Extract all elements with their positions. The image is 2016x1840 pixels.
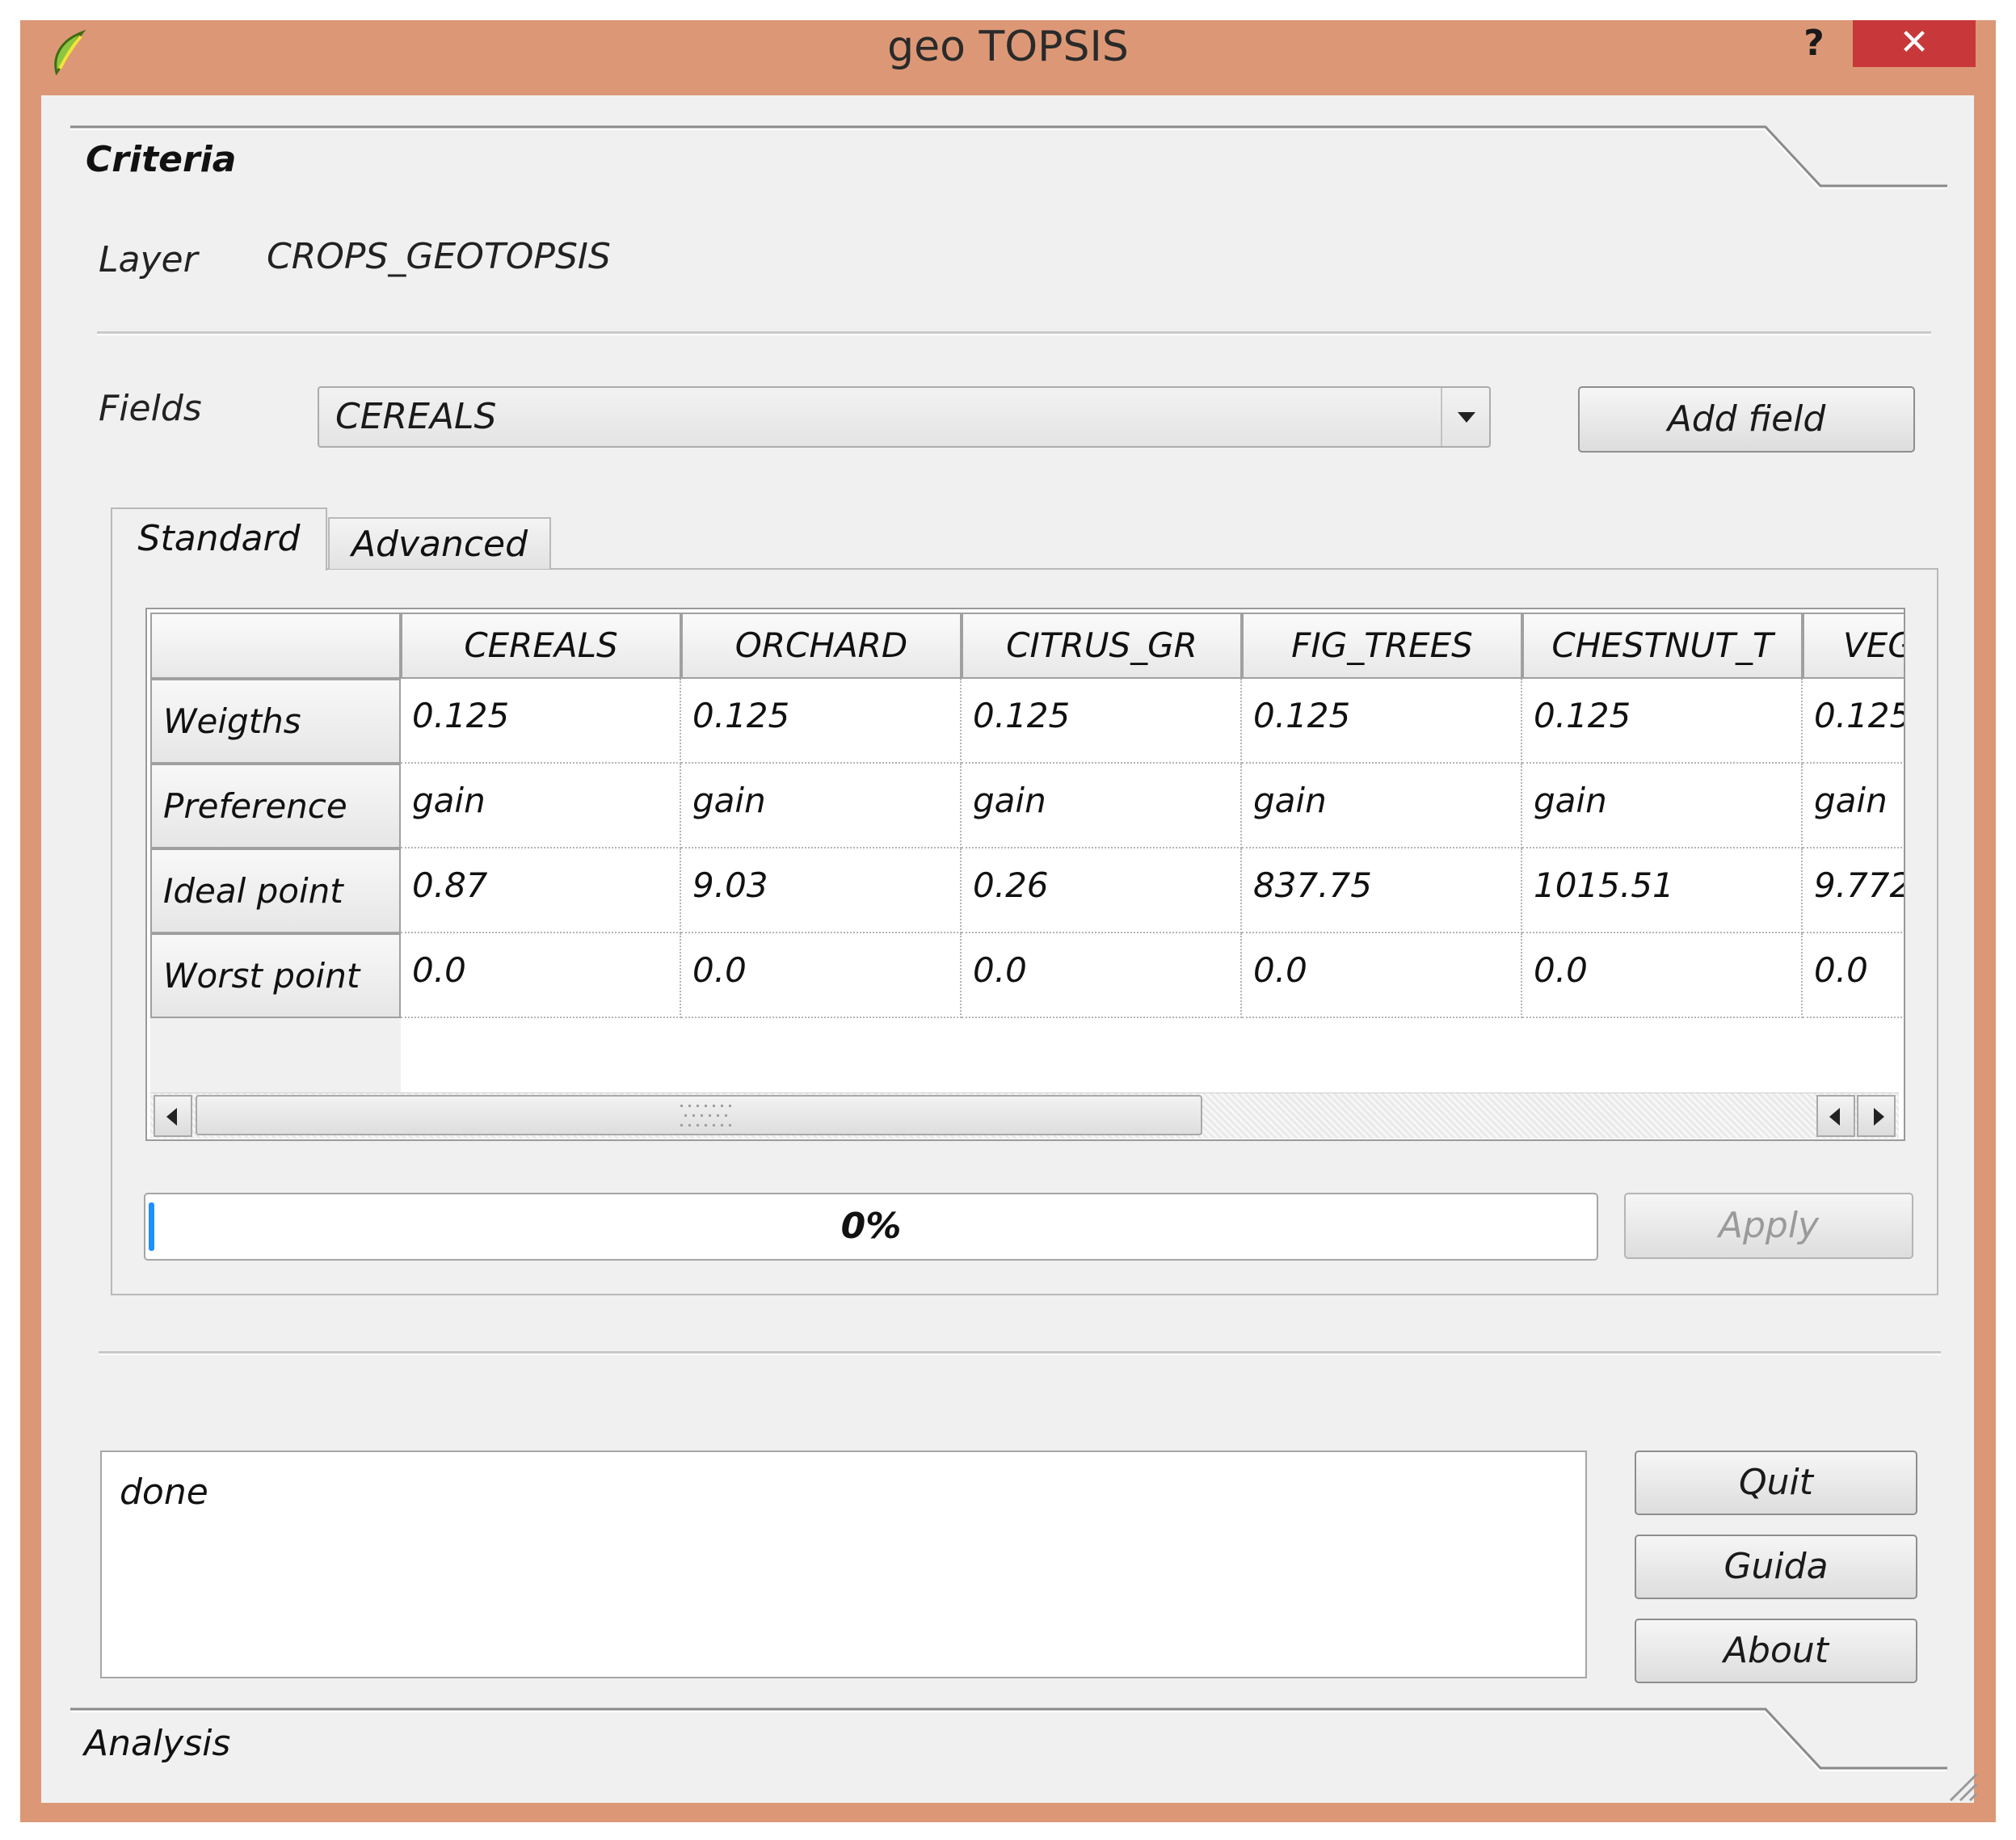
- grip-icon: [680, 1105, 731, 1126]
- separator: [99, 1351, 1941, 1355]
- close-button[interactable]: ✕: [1853, 20, 1976, 67]
- table-cell[interactable]: 0.0: [1242, 933, 1522, 1018]
- fields-combobox[interactable]: CEREALS: [318, 386, 1491, 448]
- progress-text: 0%: [840, 1206, 902, 1247]
- arrow-left-icon: [166, 1108, 177, 1126]
- fields-label: Fields: [99, 388, 202, 429]
- column-header[interactable]: ORCHARD: [681, 613, 962, 679]
- table-cell[interactable]: 9.03: [681, 848, 962, 933]
- quit-button[interactable]: Quit: [1635, 1451, 1917, 1515]
- add-field-button[interactable]: Add field: [1578, 386, 1915, 453]
- guida-button[interactable]: Guida: [1635, 1535, 1917, 1599]
- scroll-right-button[interactable]: [1857, 1095, 1896, 1137]
- log-text: done: [120, 1472, 208, 1513]
- layer-label: Layer: [99, 239, 198, 280]
- column-header[interactable]: CHESTNUT_T: [1522, 613, 1803, 679]
- separator: [97, 331, 1931, 335]
- criteria-title: Criteria: [86, 139, 237, 180]
- chevron-down-icon[interactable]: [1441, 388, 1489, 446]
- analysis-title: Analysis: [84, 1723, 231, 1764]
- table-cell[interactable]: 0.125: [1522, 679, 1803, 764]
- column-header[interactable]: FIG_TREES: [1242, 613, 1522, 679]
- table-cell[interactable]: 0.125: [1803, 679, 1904, 764]
- table-cell[interactable]: gain: [962, 764, 1242, 848]
- table-cell[interactable]: 0.0: [1803, 933, 1904, 1018]
- arrow-right-icon: [1874, 1108, 1884, 1126]
- table-cell[interactable]: 0.26: [962, 848, 1242, 933]
- row-header[interactable]: Worst point: [150, 933, 401, 1018]
- table-cell[interactable]: 0.0: [962, 933, 1242, 1018]
- criteria-table: CEREALS ORCHARD CITRUS_GR FIG_TREES CHES…: [145, 608, 1905, 1141]
- table-cell[interactable]: 1015.51: [1522, 848, 1803, 933]
- table-cell[interactable]: 0.87: [401, 848, 681, 933]
- log-textarea[interactable]: done: [100, 1451, 1587, 1678]
- scrollbar-thumb[interactable]: [196, 1095, 1202, 1135]
- resize-grip-icon[interactable]: [1946, 1770, 1978, 1802]
- table-corner-header: [150, 613, 401, 679]
- tab-standard[interactable]: Standard: [111, 507, 327, 571]
- table-cell[interactable]: gain: [1803, 764, 1904, 848]
- table-cell[interactable]: 0.125: [1242, 679, 1522, 764]
- criteria-group-frame: [70, 125, 1947, 189]
- table-cell[interactable]: 0.0: [401, 933, 681, 1018]
- help-button[interactable]: ?: [1786, 20, 1842, 69]
- fields-combobox-value: CEREALS: [335, 396, 497, 437]
- window-title: geo TOPSIS: [887, 23, 1129, 71]
- table-cell[interactable]: gain: [1522, 764, 1803, 848]
- table-cell[interactable]: 837.75: [1242, 848, 1522, 933]
- table-cell[interactable]: gain: [681, 764, 962, 848]
- scroll-left-button-2[interactable]: [1816, 1095, 1855, 1137]
- tab-advanced[interactable]: Advanced: [328, 517, 551, 569]
- apply-button[interactable]: Apply: [1624, 1193, 1913, 1259]
- table-horizontal-scrollbar[interactable]: [150, 1093, 1899, 1139]
- table-cell[interactable]: gain: [1242, 764, 1522, 848]
- progress-bar: 0%: [144, 1193, 1598, 1261]
- arrow-left-icon: [1829, 1108, 1840, 1126]
- scroll-left-button[interactable]: [154, 1095, 192, 1137]
- table-cell[interactable]: 0.0: [1522, 933, 1803, 1018]
- table-cell[interactable]: 0.0: [681, 933, 962, 1018]
- table-cell[interactable]: 0.125: [962, 679, 1242, 764]
- table-cell[interactable]: 0.125: [681, 679, 962, 764]
- about-button[interactable]: About: [1635, 1619, 1917, 1683]
- row-header-empty-area: [150, 1018, 401, 1093]
- table-cell[interactable]: 9.772: [1803, 848, 1904, 933]
- column-header[interactable]: VEG: [1803, 613, 1904, 679]
- layer-value: CROPS_GEOTOPSIS: [267, 236, 611, 277]
- table-cell[interactable]: 0.125: [401, 679, 681, 764]
- row-header[interactable]: Ideal point: [150, 848, 401, 933]
- table-cell[interactable]: gain: [401, 764, 681, 848]
- column-header[interactable]: CITRUS_GR: [962, 613, 1242, 679]
- row-header[interactable]: Weigths: [150, 679, 401, 764]
- analysis-group-frame: [70, 1707, 1947, 1771]
- row-header[interactable]: Preference: [150, 764, 401, 848]
- column-header[interactable]: CEREALS: [401, 613, 681, 679]
